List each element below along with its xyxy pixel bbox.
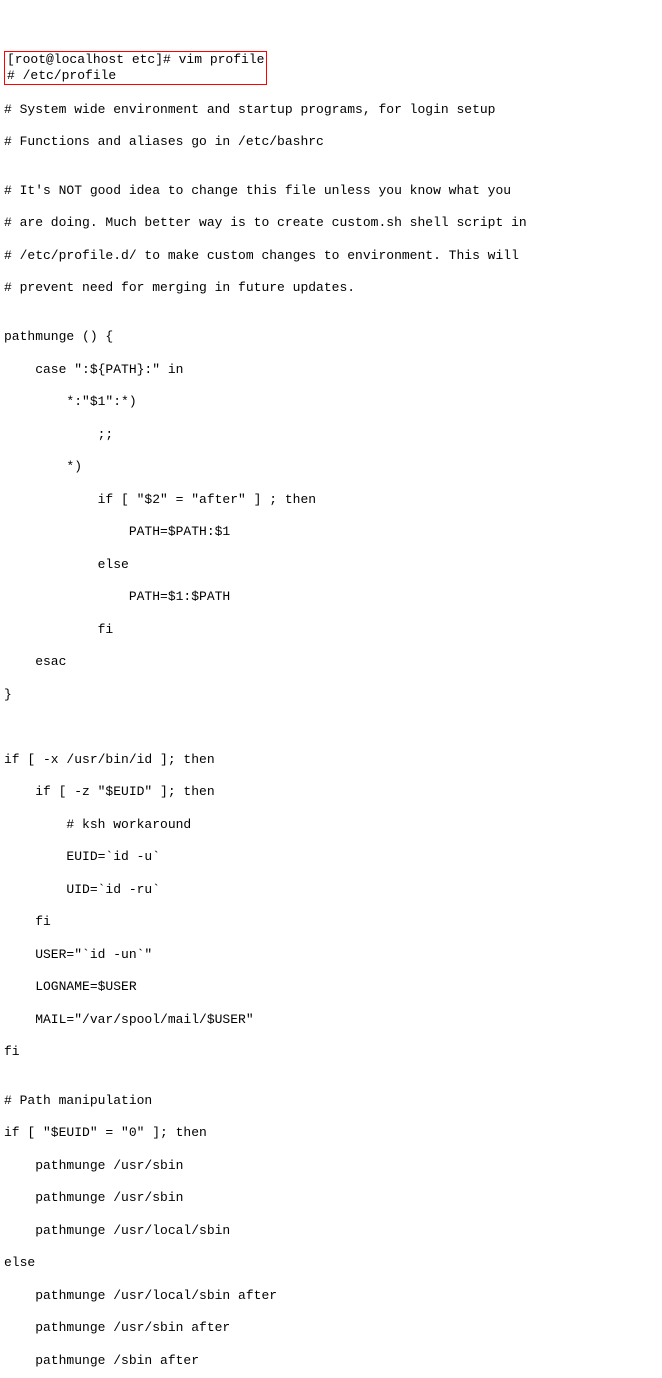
highlighted-region: [root@localhost etc]# vim profile# /etc/… [4, 51, 267, 86]
code-line: # Path manipulation [4, 1093, 658, 1109]
code-line: ;; [4, 427, 658, 443]
code-line: *) [4, 459, 658, 475]
code-line: # Functions and aliases go in /etc/bashr… [4, 134, 658, 150]
code-line: pathmunge /usr/sbin [4, 1190, 658, 1206]
code-line: pathmunge /usr/sbin after [4, 1320, 658, 1336]
code-line: if [ "$2" = "after" ] ; then [4, 492, 658, 508]
code-line: fi [4, 622, 658, 638]
code-line: fi [4, 1044, 658, 1060]
code-line: UID=`id -ru` [4, 882, 658, 898]
code-line: if [ -x /usr/bin/id ]; then [4, 752, 658, 768]
code-line: # It's NOT good idea to change this file… [4, 183, 658, 199]
code-line: pathmunge /sbin after [4, 1353, 658, 1369]
code-line: else [4, 1255, 658, 1271]
code-line: USER="`id -un`" [4, 947, 658, 963]
code-line: fi [4, 914, 658, 930]
code-line: pathmunge /usr/local/sbin after [4, 1288, 658, 1304]
terminal-output: [root@localhost etc]# vim profile# /etc/… [4, 51, 658, 1378]
code-line: EUID=`id -u` [4, 849, 658, 865]
code-line: esac [4, 654, 658, 670]
code-line: *:"$1":*) [4, 394, 658, 410]
code-line: PATH=$1:$PATH [4, 589, 658, 605]
code-line: case ":${PATH}:" in [4, 362, 658, 378]
prompt-line: [root@localhost etc]# vim profile [7, 52, 264, 68]
code-line: # ksh workaround [4, 817, 658, 833]
code-line: if [ "$EUID" = "0" ]; then [4, 1125, 658, 1141]
code-line: pathmunge /usr/sbin [4, 1158, 658, 1174]
code-line: pathmunge () { [4, 329, 658, 345]
code-line: else [4, 557, 658, 573]
code-line: # /etc/profile.d/ to make custom changes… [4, 248, 658, 264]
code-line: PATH=$PATH:$1 [4, 524, 658, 540]
code-line: pathmunge /usr/local/sbin [4, 1223, 658, 1239]
code-line: # System wide environment and startup pr… [4, 102, 658, 118]
code-line: LOGNAME=$USER [4, 979, 658, 995]
code-line: MAIL="/var/spool/mail/$USER" [4, 1012, 658, 1028]
code-line: # prevent need for merging in future upd… [4, 280, 658, 296]
code-line: # are doing. Much better way is to creat… [4, 215, 658, 231]
file-header-line: # /etc/profile [7, 68, 264, 84]
code-line: if [ -z "$EUID" ]; then [4, 784, 658, 800]
